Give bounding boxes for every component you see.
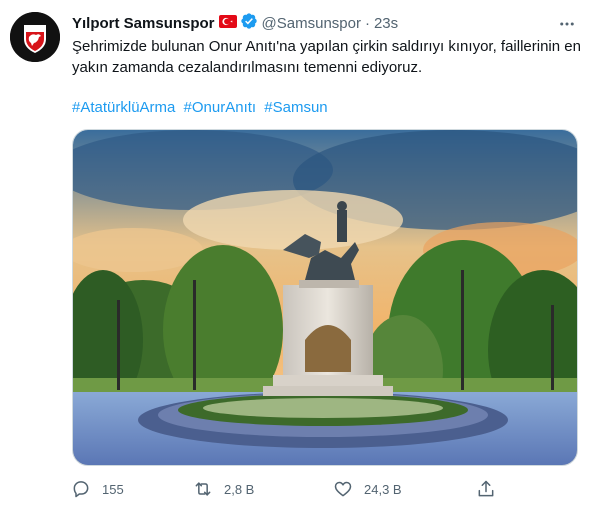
reply-count: 155	[102, 481, 124, 497]
verified-badge-icon	[240, 12, 258, 34]
tweet[interactable]: Yılport Samsunspor @Samsunspor · 23s Şeh…	[0, 0, 599, 509]
hashtag-link[interactable]: #AtatürklüArma	[72, 99, 175, 116]
heart-icon	[332, 478, 354, 500]
tweet-header: Yılport Samsunspor @Samsunspor · 23s	[72, 13, 398, 33]
hashtag-link[interactable]: #Samsun	[264, 99, 327, 116]
more-icon	[560, 22, 574, 26]
reply-button[interactable]: 155	[70, 476, 124, 502]
hashtag-link[interactable]: #OnurAnıtı	[184, 99, 257, 116]
tweet-text: Şehrimizde bulunan Onur Anıtı'na yapılan…	[72, 36, 584, 78]
author-name[interactable]: Yılport Samsunspor	[72, 15, 215, 32]
like-count: 24,3 B	[364, 481, 402, 497]
turkey-flag-icon	[218, 14, 237, 32]
retweet-count: 2,8 B	[224, 481, 255, 497]
author-handle[interactable]: @Samsunspor	[262, 15, 361, 32]
share-icon	[475, 478, 497, 500]
samsunspor-logo-icon	[10, 12, 60, 62]
retweet-button[interactable]: 2,8 B	[192, 476, 254, 502]
tweet-body: Şehrimizde bulunan Onur Anıtı'na yapılan…	[72, 38, 581, 76]
like-button[interactable]: 24,3 B	[332, 476, 402, 502]
retweet-icon	[192, 478, 214, 500]
tweet-actions: 155 2,8 B 24,3 B	[70, 476, 510, 502]
tweet-image[interactable]	[72, 129, 578, 466]
tweet-timestamp[interactable]: 23s	[374, 15, 398, 32]
reply-icon	[70, 478, 92, 500]
hashtag-list: #AtatürklüArma #OnurAnıtı #Samsun	[72, 97, 332, 118]
separator-dot: ·	[364, 14, 370, 32]
avatar[interactable]	[10, 12, 60, 62]
more-options-button[interactable]	[557, 14, 577, 34]
share-button[interactable]	[475, 476, 497, 502]
monument-photo	[73, 130, 577, 465]
